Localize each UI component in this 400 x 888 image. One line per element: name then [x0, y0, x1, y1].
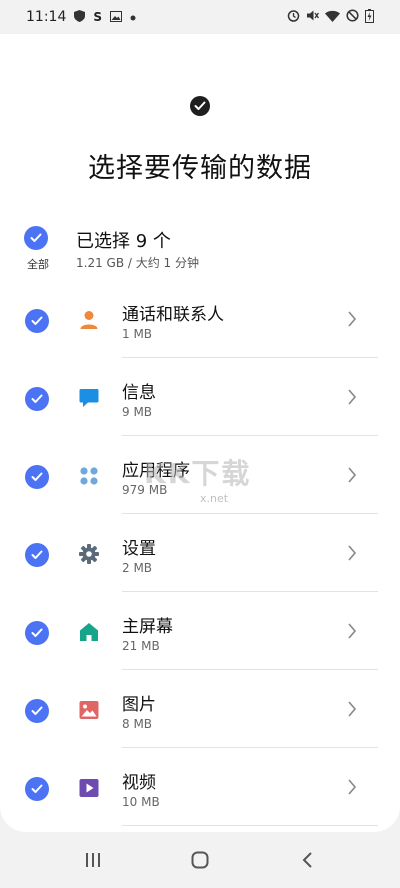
item-name: 图片 — [122, 695, 156, 715]
home-icon — [78, 621, 100, 643]
item-name: 应用程序 — [122, 461, 190, 481]
item-size: 8 MB — [122, 717, 153, 731]
settings-gear-icon — [78, 543, 100, 565]
select-all-row[interactable]: 全部 已选择 9 个 1.21 GB / 大约 1 分钟 — [0, 224, 400, 274]
item-size: 9 MB — [122, 405, 153, 419]
item-name: 信息 — [122, 383, 156, 403]
data-selection-sheet: 选择要传输的数据 全部 已选择 9 个 1.21 GB / 大约 1 分钟 通话… — [0, 34, 400, 832]
data-category-list: 通话和联系人 1 MB 信息 9 MB 应用程序 979 MB 设置 2 MB … — [0, 280, 400, 826]
chevron-right-icon[interactable] — [344, 778, 360, 796]
no-disturb-icon — [346, 9, 359, 25]
list-item-messages[interactable]: 信息 9 MB — [0, 358, 400, 436]
item-name: 设置 — [122, 539, 156, 559]
item-checkbox[interactable] — [25, 309, 49, 333]
list-item-contacts[interactable]: 通话和联系人 1 MB — [0, 280, 400, 358]
s-app-icon: S — [93, 10, 103, 24]
item-size: 2 MB — [122, 561, 153, 575]
alarm-icon — [287, 9, 300, 25]
battery-icon — [365, 8, 374, 26]
image-icon — [110, 10, 123, 24]
back-button[interactable] — [287, 840, 327, 880]
contact-person-icon — [78, 309, 100, 331]
picture-icon — [78, 699, 100, 721]
list-item-home-screen[interactable]: 主屏幕 21 MB — [0, 592, 400, 670]
navigation-bar — [0, 832, 400, 888]
item-checkbox[interactable] — [25, 387, 49, 411]
message-icon — [78, 387, 100, 409]
item-checkbox[interactable] — [25, 777, 49, 801]
chevron-right-icon[interactable] — [344, 310, 360, 328]
list-item-apps[interactable]: 应用程序 979 MB — [0, 436, 400, 514]
chevron-right-icon[interactable] — [344, 466, 360, 484]
video-icon — [78, 777, 100, 799]
select-all-label: 全部 — [27, 258, 49, 271]
divider — [122, 825, 378, 826]
recent-apps-button[interactable] — [73, 840, 113, 880]
apps-icon — [78, 465, 100, 487]
item-name: 主屏幕 — [122, 617, 173, 637]
list-item-videos[interactable]: 视频 10 MB — [0, 748, 400, 826]
item-size: 10 MB — [122, 795, 160, 809]
checkmark-icon — [24, 226, 48, 250]
chevron-right-icon[interactable] — [344, 622, 360, 640]
item-checkbox[interactable] — [25, 543, 49, 567]
item-checkbox[interactable] — [25, 465, 49, 489]
list-item-pictures[interactable]: 图片 8 MB — [0, 670, 400, 748]
top-check-icon — [190, 96, 210, 116]
page-title: 选择要传输的数据 — [88, 153, 312, 184]
selected-count: 已选择 9 个 — [76, 231, 171, 252]
chevron-right-icon[interactable] — [344, 388, 360, 406]
select-all-checkbox[interactable] — [24, 226, 52, 250]
wifi-icon — [325, 10, 340, 25]
item-name: 通话和联系人 — [122, 305, 224, 325]
chevron-right-icon[interactable] — [344, 700, 360, 718]
item-checkbox[interactable] — [25, 621, 49, 645]
item-size: 21 MB — [122, 639, 160, 653]
status-time: 11:14 — [26, 9, 67, 25]
selected-size-time: 1.21 GB / 大约 1 分钟 — [76, 256, 200, 270]
status-bar: 11:14 S — [0, 0, 400, 34]
item-name: 视频 — [122, 773, 156, 793]
item-size: 1 MB — [122, 327, 153, 341]
home-button[interactable] — [180, 840, 220, 880]
status-right — [287, 8, 374, 26]
dot-icon — [130, 11, 136, 23]
list-item-settings[interactable]: 设置 2 MB — [0, 514, 400, 592]
chevron-right-icon[interactable] — [344, 544, 360, 562]
shield-icon — [74, 10, 86, 24]
mute-icon — [306, 9, 320, 25]
item-size: 979 MB — [122, 483, 168, 497]
item-checkbox[interactable] — [25, 699, 49, 723]
status-left: 11:14 S — [26, 9, 136, 25]
